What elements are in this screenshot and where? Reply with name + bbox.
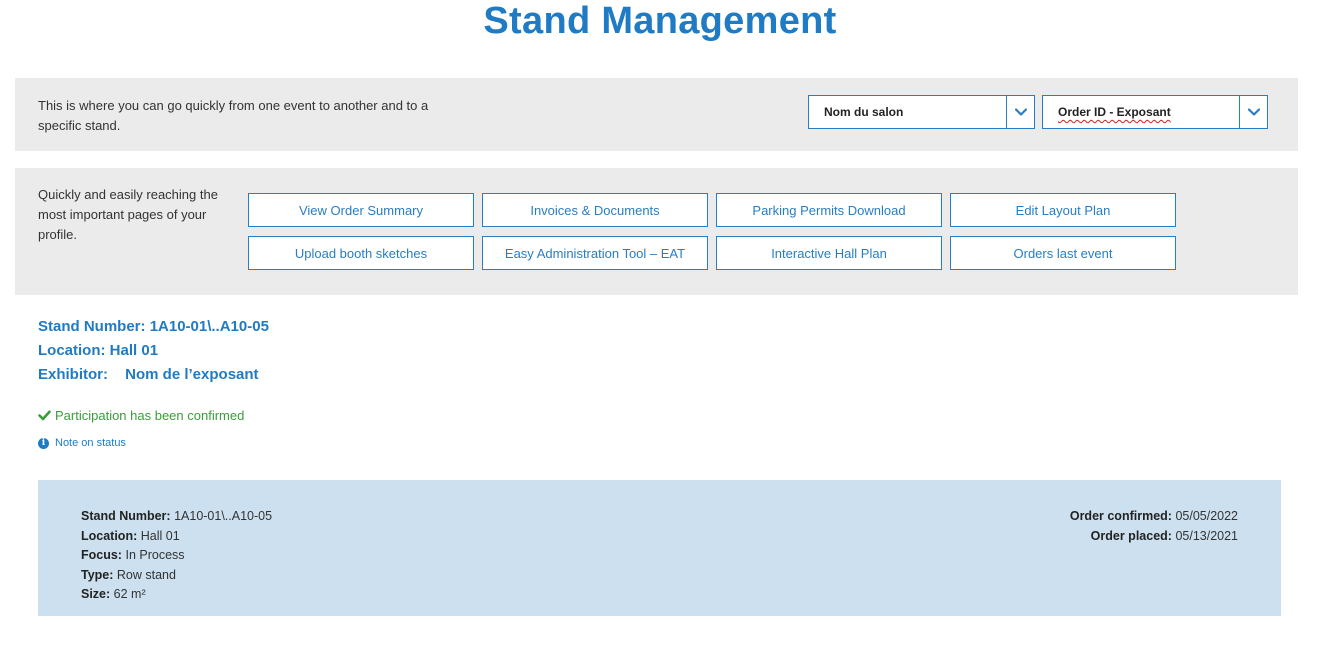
quick-links-bar: Quickly and easily reaching the most imp… (15, 168, 1298, 295)
detail-focus: Focus: In Process (81, 546, 272, 566)
order-select[interactable]: Order ID - Exposant (1042, 95, 1268, 129)
orders-last-event-button[interactable]: Orders last event (950, 236, 1176, 270)
stand-details-left: Stand Number: 1A10-01\..A10-05 Location:… (81, 507, 272, 605)
detail-size: Size: 62 m² (81, 585, 272, 605)
easy-administration-tool-button[interactable]: Easy Administration Tool – EAT (482, 236, 708, 270)
note-on-status-link[interactable]: i Note on status (38, 437, 126, 449)
stand-summary: Stand Number: 1A10-01\..A10-05 Location:… (38, 315, 269, 387)
location-label: Location: (38, 342, 106, 359)
location-value: Hall 01 (109, 342, 159, 359)
chevron-down-icon (1014, 108, 1027, 116)
exhibitor-label: Exhibitor: (38, 366, 108, 383)
detail-focus-value: In Process (125, 548, 185, 562)
stand-details-right: Order confirmed: 05/05/2022 Order placed… (1070, 507, 1238, 546)
chevron-down-icon (1247, 108, 1260, 116)
detail-type-label: Type: (81, 567, 114, 582)
detail-order-placed: Order placed: 05/13/2021 (1070, 527, 1238, 547)
detail-stand-number: Stand Number: 1A10-01\..A10-05 (81, 507, 272, 527)
quick-links-description: Quickly and easily reaching the most imp… (38, 187, 218, 242)
detail-location-value: Hall 01 (140, 528, 180, 543)
exhibitor-value: Nom de l’exposant (125, 366, 259, 383)
location-line: Location: Hall 01 (38, 339, 269, 363)
view-order-summary-button[interactable]: View Order Summary (248, 193, 474, 227)
page-title: Stand Management (483, 0, 837, 42)
order-select-value: Order ID - Exposant (1058, 105, 1171, 119)
detail-order-confirmed-value: 05/05/2022 (1175, 509, 1238, 523)
event-select[interactable]: Nom du salon (808, 95, 1035, 129)
detail-location-label: Location: (81, 528, 138, 543)
detail-type-value: Row stand (116, 567, 176, 582)
edit-layout-plan-button[interactable]: Edit Layout Plan (950, 193, 1176, 227)
detail-order-placed-label: Order placed: (1090, 528, 1172, 543)
detail-location: Location: Hall 01 (81, 527, 272, 547)
event-switcher-description: This is where you can go quickly from on… (38, 98, 429, 133)
info-icon: i (38, 437, 49, 449)
stand-details-panel: Stand Number: 1A10-01\..A10-05 Location:… (38, 480, 1281, 616)
interactive-hall-plan-button[interactable]: Interactive Hall Plan (716, 236, 942, 270)
event-select-toggle[interactable] (1006, 96, 1034, 128)
detail-stand-number-value: 1A10-01\..A10-05 (174, 509, 273, 523)
stand-number-label: Stand Number: (38, 318, 146, 335)
detail-order-confirmed: Order confirmed: 05/05/2022 (1070, 507, 1238, 527)
detail-focus-label: Focus: (81, 548, 122, 562)
participation-status: Participation has been confirmed (38, 408, 244, 423)
invoices-documents-button[interactable]: Invoices & Documents (482, 193, 708, 227)
checkmark-icon (38, 410, 51, 421)
detail-size-value: 62 m² (113, 587, 146, 601)
event-switcher-bar: This is where you can go quickly from on… (15, 78, 1298, 151)
event-select-value: Nom du salon (824, 105, 904, 119)
stand-number-line: Stand Number: 1A10-01\..A10-05 (38, 315, 269, 339)
detail-order-confirmed-label: Order confirmed: (1069, 509, 1172, 523)
order-select-toggle[interactable] (1239, 96, 1267, 128)
parking-permits-download-button[interactable]: Parking Permits Download (716, 193, 942, 227)
detail-type: Type: Row stand (81, 566, 272, 586)
detail-stand-number-label: Stand Number: (81, 509, 171, 523)
stand-number-value: 1A10-01\..A10-05 (149, 318, 269, 335)
upload-booth-sketches-button[interactable]: Upload booth sketches (248, 236, 474, 270)
detail-order-placed-value: 05/13/2021 (1175, 528, 1238, 543)
exhibitor-line: Exhibitor: Nom de l’exposant (38, 363, 269, 387)
detail-size-label: Size: (81, 587, 111, 601)
participation-status-text: Participation has been confirmed (55, 408, 245, 423)
note-on-status-text: Note on status (55, 437, 126, 449)
